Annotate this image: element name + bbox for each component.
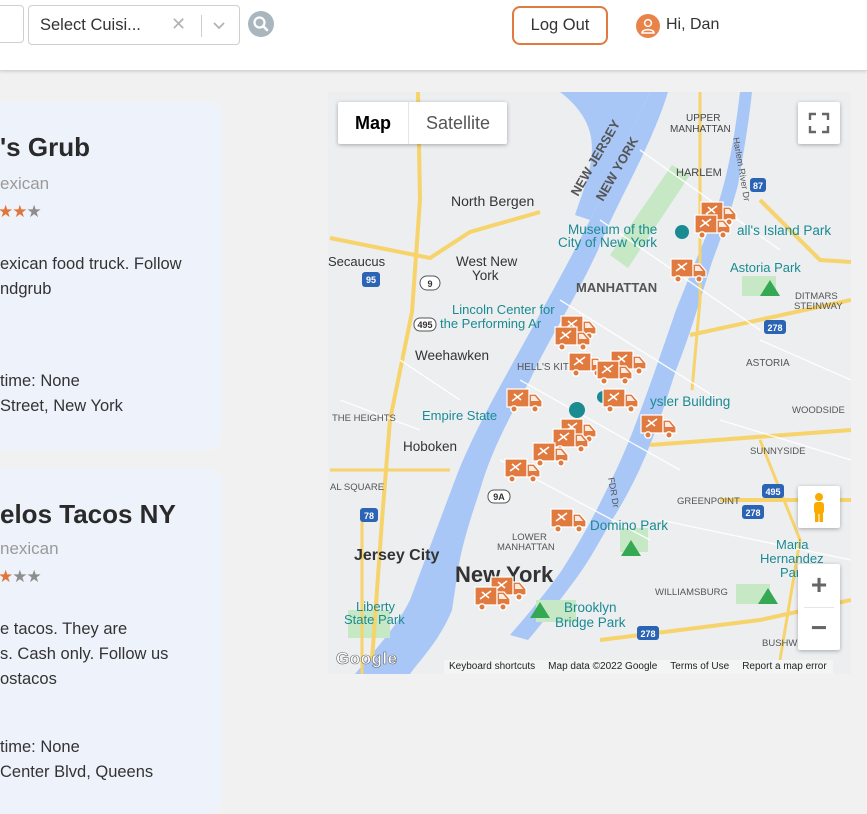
keyboard-shortcuts-link[interactable]: Keyboard shortcuts [449,660,535,674]
truck-cuisine: nexican [0,539,59,558]
pegman-icon [814,493,824,522]
user-avatar[interactable] [636,14,660,38]
truck-address: Center Blvd, Queens [0,763,154,781]
clear-icon[interactable]: ✕ [171,14,186,35]
map[interactable]: UPPER MANHATTAN HARLEM North Bergen NEW … [328,92,851,674]
rating-stars: ★★★ [0,567,42,587]
top-header: Select Cuisi... ✕ Log Out Hi, Dan [0,0,867,71]
rating-stars: ★★★ [0,202,42,222]
fullscreen-icon [808,112,830,134]
map-attribution: Keyboard shortcuts Map data ©2022 Google… [444,660,833,674]
street-view-pegman[interactable] [798,486,840,528]
food-truck-marker-icon[interactable] [602,388,639,413]
map-type-control: Map Satellite [338,102,508,144]
truck-hours: time: None [0,738,80,756]
food-truck-marker-icon[interactable] [640,414,677,439]
star-icon: ★ [26,202,42,221]
truck-cuisine: exican [0,174,50,193]
food-truck-marker-icon[interactable] [670,258,707,283]
food-truck-marker-icon[interactable] [506,388,543,413]
search-input[interactable] [0,5,24,43]
cuisine-select-placeholder: Select Cuisi... [40,16,141,34]
star-icon: ★ [26,567,42,586]
map-type-satellite-button[interactable]: Satellite [408,102,507,144]
truck-title: elos Tacos NY [0,499,176,529]
food-truck-marker-icon[interactable] [550,508,587,533]
user-icon [641,18,655,34]
truck-hours: time: None [0,372,80,390]
marker-layer [474,201,737,611]
terms-of-use-link[interactable]: Terms of Use [670,660,729,674]
search-button[interactable] [248,11,274,37]
google-logo: Google [336,649,398,669]
truck-description: e tacos. They are s. Cash only. Follow u… [0,620,169,688]
star-icon: ★ [0,567,13,586]
food-truck-marker-icon[interactable] [504,458,541,483]
zoom-out-button[interactable]: − [798,607,840,650]
map-type-map-button[interactable]: Map [338,102,408,144]
zoom-in-button[interactable]: + [798,564,840,607]
truck-card[interactable]: 's Grub exican ★★★ exican food truck. Fo… [0,102,222,450]
truck-address: Street, New York [0,397,123,415]
chevron-down-icon[interactable] [211,17,227,33]
star-icon: ★ [0,202,13,221]
truck-card[interactable]: elos Tacos NY nexican ★★★ e tacos. They … [0,469,222,814]
user-greeting: Hi, Dan [666,16,720,33]
select-separator [201,15,202,37]
report-map-error-link[interactable]: Report a map error [742,660,826,674]
search-icon [253,16,269,32]
truck-title: 's Grub [0,132,90,162]
map-data-text: Map data ©2022 Google [548,661,658,672]
star-icon: ★ [12,202,27,221]
logout-button[interactable]: Log Out [512,6,608,45]
star-icon: ★ [12,567,27,586]
truck-description: exican food truck. Follow ndgrub [0,255,182,298]
zoom-control: + − [798,564,840,650]
cuisine-select[interactable]: Select Cuisi... ✕ [28,5,240,45]
fullscreen-button[interactable] [798,102,840,144]
